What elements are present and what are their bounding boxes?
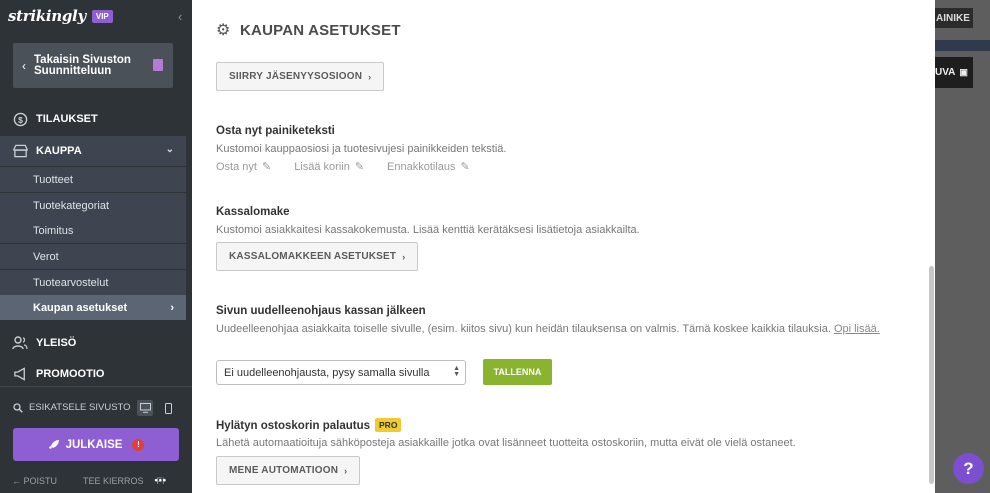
shop-item-products[interactable]: Tuotteet: [0, 167, 186, 192]
shop-item-label: Tuotteet: [33, 173, 73, 186]
label-text: Ennakkotilaus: [387, 160, 456, 173]
chevron-right-icon: ›: [344, 465, 348, 476]
image-icon: ▣: [959, 67, 968, 77]
shop-item-categories[interactable]: Tuotekategoriat: [0, 193, 186, 218]
buy-now-desc: Kustomoi kauppaosiosi ja tuotesivujesi p…: [216, 143, 507, 155]
mobile-icon: [164, 402, 172, 414]
background-button: AINIKE: [935, 8, 973, 28]
chevron-right-icon: ›: [402, 251, 406, 262]
more-options-icon[interactable]: •••: [155, 475, 167, 485]
automation-button[interactable]: MENE AUTOMATIOON ›: [216, 456, 361, 485]
store-icon: [12, 143, 28, 159]
page-title: ⚙ KAUPAN ASETUKSET: [216, 22, 401, 39]
chevron-left-icon: ‹: [22, 58, 26, 73]
shop-item-label: Verot: [33, 250, 59, 263]
desktop-preview-button[interactable]: [137, 400, 153, 416]
sidebar: strikingly VIP ‹ ‹ Takaisin Sivuston Suu…: [0, 0, 192, 493]
membership-button-label: SIIRRY JÄSENYYSOSIOON: [229, 71, 363, 82]
abandoned-cart-desc: Lähetä automaatioituja sähköposteja asia…: [216, 437, 796, 449]
add-to-cart-label[interactable]: Lisää koriin ✎: [294, 160, 365, 174]
page-title-text: KAUPAN ASETUKSET: [240, 22, 401, 39]
gear-icon: ⚙: [216, 21, 231, 39]
page-icon: [153, 59, 163, 71]
scrollbar[interactable]: [929, 266, 934, 484]
dollar-circle-icon: $: [12, 111, 28, 127]
redirect-desc-text: Uudeelleenohjaa asiakkaita toiselle sivu…: [216, 323, 831, 335]
redirect-select-value: Ei uudelleenohjausta, pysy samalla sivul…: [224, 366, 430, 379]
checkout-settings-button[interactable]: KASSALOMAKKEEN ASETUKSET ›: [216, 242, 419, 271]
background-text: UVA: [935, 67, 956, 78]
chevron-down-icon: ⌄: [165, 144, 174, 155]
brand[interactable]: strikingly VIP: [8, 7, 113, 25]
preview-label: ESIKATSELE SIVUSTO: [29, 402, 131, 413]
collapse-sidebar-icon[interactable]: ‹: [178, 9, 182, 24]
nav-promotion-label: PROMOOTIO: [36, 368, 105, 380]
select-arrows-icon: ▲ ▼: [453, 365, 460, 378]
chevron-right-icon: ›: [170, 301, 174, 314]
nav-shop-label: KAUPPA: [36, 145, 82, 157]
desktop-icon: [139, 403, 151, 413]
exit-label: POISTU: [23, 476, 58, 486]
divider: [0, 386, 192, 387]
shop-item-reviews[interactable]: Tuotearvostelut: [0, 270, 186, 295]
shop-item-shipping[interactable]: Toimitus: [0, 218, 186, 243]
abandoned-title-text: Hylätyn ostoskorin palautus: [216, 420, 371, 432]
mobile-preview-button[interactable]: [160, 400, 176, 416]
checkout-title: Kassalomake: [216, 206, 290, 218]
redirect-select[interactable]: Ei uudelleenohjausta, pysy samalla sivul…: [216, 360, 466, 385]
membership-button[interactable]: SIIRRY JÄSENYYSOSIOON ›: [216, 62, 385, 91]
nav-audience[interactable]: YLEISÖ: [0, 333, 186, 353]
shop-item-label: Tuotearvostelut: [33, 276, 109, 289]
automation-button-label: MENE AUTOMATIOON: [229, 465, 339, 476]
warning-icon: !: [132, 438, 145, 451]
exit-link[interactable]: ← POISTU: [12, 476, 70, 486]
shop-item-taxes[interactable]: Verot: [0, 244, 186, 269]
nav-shop[interactable]: KAUPPA ⌄: [0, 136, 186, 166]
nav-promotion[interactable]: PROMOOTIO: [0, 365, 186, 383]
buy-now-label[interactable]: Osta nyt ✎: [216, 160, 272, 174]
nav-orders[interactable]: $ TILAUKSET: [0, 109, 186, 129]
abandoned-cart-title: Hylätyn ostoskorin palautus PRO: [216, 418, 402, 432]
shop-item-label: Toimitus: [33, 224, 74, 237]
preview-site[interactable]: ESIKATSELE SIVUSTO: [13, 402, 131, 413]
svg-text:$: $: [18, 114, 23, 124]
nav-audience-label: YLEISÖ: [36, 337, 77, 349]
chevron-right-icon: ›: [368, 71, 372, 82]
nav-orders-label: TILAUKSET: [36, 113, 98, 125]
rocket-icon: [48, 439, 59, 449]
pencil-icon: ✎: [460, 161, 470, 173]
sidebar-footer: ← POISTU TEE KIERROS FI •••: [12, 475, 184, 486]
checkout-button-label: KASSALOMAKKEEN ASETUKSET: [229, 251, 397, 262]
redirect-title: Sivun uudelleenohjaus kassan jälkeen: [216, 305, 426, 317]
checkout-desc: Kustomoi asiakkaitesi kassakokemusta. Li…: [216, 224, 640, 236]
search-icon: [13, 402, 23, 413]
save-button[interactable]: TALLENNA: [483, 359, 552, 385]
publish-button[interactable]: JULKAISE !: [13, 428, 179, 461]
label-text: Lisää koriin: [294, 160, 350, 173]
label-text: Osta nyt: [216, 160, 257, 173]
shop-item-label: Kaupan asetukset: [33, 301, 128, 314]
shop-item-settings[interactable]: Kaupan asetukset ›: [0, 295, 186, 320]
button-labels: Osta nyt ✎ Lisää koriin ✎ Ennakkotilaus ✎: [216, 160, 493, 174]
vip-badge: VIP: [91, 9, 113, 23]
pencil-icon: ✎: [261, 161, 272, 173]
tour-link[interactable]: TEE KIERROS: [83, 476, 144, 486]
people-icon: [12, 335, 28, 351]
megaphone-icon: [12, 366, 28, 382]
back-label: Takaisin Sivuston Suunnitteluun: [34, 53, 131, 77]
background-button: UVA ▣: [935, 57, 973, 88]
back-to-editor-button[interactable]: ‹ Takaisin Sivuston Suunnitteluun: [13, 43, 173, 88]
pro-badge: PRO: [375, 418, 402, 432]
strikingly-logo: strikingly: [8, 7, 86, 25]
publish-label: JULKAISE: [65, 438, 123, 451]
preorder-label[interactable]: Ennakkotilaus ✎: [387, 160, 470, 174]
redirect-desc: Uudeelleenohjaa asiakkaita toiselle sivu…: [216, 321, 896, 338]
help-button[interactable]: ?: [953, 453, 984, 484]
pencil-icon: ✎: [354, 161, 365, 173]
shop-item-label: Tuotekategoriat: [33, 199, 110, 212]
buy-now-title: Osta nyt painiketeksti: [216, 125, 335, 137]
background-bar: [935, 40, 990, 51]
learn-more-link[interactable]: Opi lisää.: [834, 323, 880, 335]
